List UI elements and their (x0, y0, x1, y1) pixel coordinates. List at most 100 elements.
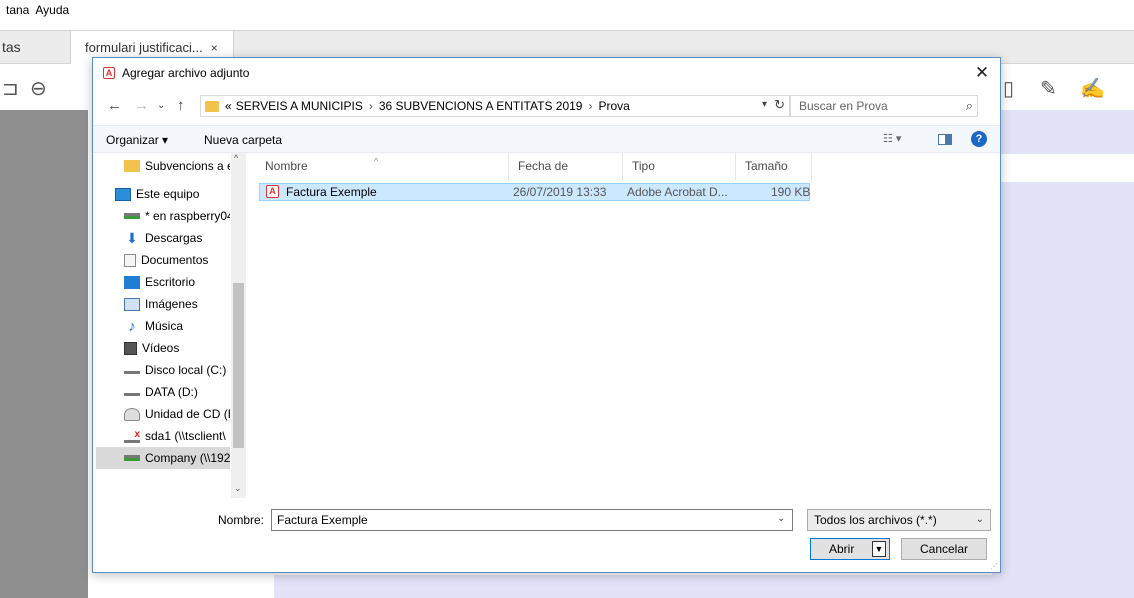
help-icon[interactable]: ? (971, 131, 987, 147)
forward-arrow-icon[interactable]: → (134, 97, 149, 114)
nav-item-label: Disco local (C:) (145, 363, 227, 377)
column-header-label: Nombre (265, 159, 308, 173)
nav-item-sda1[interactable]: x sda1 (\\tsclient\ (96, 425, 230, 447)
tab-close-icon[interactable]: × (211, 41, 218, 55)
breadcrumb-separator-icon: › (368, 99, 373, 113)
menu-ventana[interactable]: tana (6, 3, 29, 17)
back-arrow-icon[interactable]: ← (107, 97, 122, 114)
zoom-out-icon[interactable]: ⊖ (30, 76, 47, 101)
cancel-button[interactable]: Cancelar (901, 538, 987, 560)
column-header-date[interactable]: Fecha de modifica... (509, 153, 623, 200)
column-header-type[interactable]: Tipo (623, 153, 736, 180)
dialog-title: Agregar archivo adjunto (122, 66, 250, 80)
dialog-titlebar[interactable]: A Agregar archivo adjunto ✕ (93, 58, 1000, 88)
breadcrumb-overflow[interactable]: « (225, 99, 232, 113)
nav-scrollbar[interactable]: ^ ⌄ (231, 153, 246, 498)
nav-item-subvencions[interactable]: Subvencions a e (96, 155, 230, 177)
address-dropdown-icon[interactable]: ▾ (762, 99, 767, 110)
document-area-lower (992, 182, 1134, 598)
preview-pane-icon[interactable] (938, 134, 952, 145)
cd-icon (124, 407, 140, 421)
document-area-bottom (274, 575, 1134, 598)
nav-item-label: Escritorio (145, 275, 196, 289)
search-input[interactable]: Buscar en Prova ⌕ (790, 95, 978, 117)
scroll-thumb[interactable] (233, 283, 244, 448)
file-name: Factura Exemple (286, 185, 377, 199)
attach-file-dialog: A Agregar archivo adjunto ✕ ← → ⌄ ↑ « SE… (92, 57, 1001, 573)
nav-item-imagenes[interactable]: Imágenes (96, 293, 230, 315)
address-bar[interactable]: « SERVEIS A MUNICIPIS › 36 SUBVENCIONS A… (200, 95, 790, 117)
navigation-pane: Subvencions a e Este equipo * en raspber… (96, 153, 246, 498)
disk-icon (124, 366, 140, 374)
menu-ayuda[interactable]: Ayuda (35, 3, 69, 17)
column-header-size[interactable]: Tamaño (736, 153, 812, 180)
open-split-arrow-icon[interactable]: ▼ (872, 541, 886, 557)
network-drive-icon (124, 455, 140, 461)
open-button[interactable]: Abrir ▼ (810, 538, 890, 560)
nav-item-cd[interactable]: Unidad de CD (E (96, 403, 230, 425)
file-type: Adobe Acrobat D... (627, 185, 728, 199)
nav-item-label: Documentos (141, 253, 209, 267)
breadcrumb-serveis[interactable]: SERVEIS A MUNICIPIS (236, 99, 363, 113)
nav-item-label: Música (145, 319, 184, 333)
command-bar: Organizar ▾ Nueva carpeta ☷ ▾ ? (93, 125, 1000, 153)
folder-icon (124, 160, 140, 172)
new-folder-button[interactable]: Nueva carpeta (204, 133, 282, 147)
nav-item-label: Este equipo (136, 187, 200, 201)
nav-item-documentos[interactable]: Documentos (96, 249, 230, 271)
side-panel (0, 110, 88, 598)
breadcrumb-separator-icon: › (588, 99, 593, 113)
nav-item-label: Subvencions a e (145, 159, 230, 173)
nav-item-label: * en raspberry04 (145, 209, 230, 223)
music-icon: ♪ (128, 317, 136, 335)
nav-item-escritorio[interactable]: Escritorio (96, 271, 230, 293)
pen-icon[interactable]: ✎ (1040, 76, 1057, 101)
nav-item-data[interactable]: DATA (D:) (96, 381, 230, 403)
breadcrumb-subvencions[interactable]: 36 SUBVENCIONS A ENTITATS 2019 (379, 99, 583, 113)
scroll-down-icon[interactable]: ⌄ (234, 483, 242, 494)
comment-icon[interactable]: ▯ (1003, 76, 1014, 101)
filename-input[interactable]: Factura Exemple (271, 509, 793, 531)
documents-icon (124, 253, 136, 267)
view-options-icon[interactable]: ☷ ▾ (883, 132, 901, 145)
close-button[interactable]: ✕ (970, 62, 994, 84)
file-list: ^ Nombre Fecha de modifica... Tipo Tamañ… (256, 153, 996, 498)
network-drive-icon (124, 213, 140, 219)
tab-herramientas[interactable]: tas (0, 31, 70, 63)
column-header-name[interactable]: ^ Nombre (256, 153, 509, 180)
nav-item-company[interactable]: Company (\\192 (96, 447, 230, 469)
nav-item-disco-local[interactable]: Disco local (C:) (96, 359, 230, 381)
page-icon[interactable]: ⊐ (2, 76, 19, 101)
nav-item-musica[interactable]: ♪ Música (96, 315, 230, 337)
organize-button[interactable]: Organizar ▾ (106, 133, 168, 147)
recent-chevron-icon[interactable]: ⌄ (157, 100, 165, 111)
open-button-label: Abrir (829, 542, 855, 556)
up-arrow-icon[interactable]: ↑ (177, 97, 185, 114)
refresh-icon[interactable]: ↻ (774, 97, 785, 113)
nav-item-raspberry[interactable]: * en raspberry04 (96, 205, 230, 227)
file-size: 190 KB (771, 185, 811, 199)
resize-grip-icon[interactable]: ⋰ (990, 562, 998, 571)
search-icon[interactable]: ⌕ (966, 96, 973, 116)
file-date: 26/07/2019 13:33 (513, 185, 607, 199)
file-row[interactable]: A Factura Exemple 26/07/2019 13:33 Adobe… (259, 183, 810, 201)
nav-item-label: Descargas (145, 231, 203, 245)
pictures-icon (124, 297, 140, 311)
nav-item-label: Unidad de CD (E (145, 407, 230, 421)
nav-item-este-equipo[interactable]: Este equipo (96, 183, 230, 205)
scroll-up-icon[interactable]: ^ (234, 153, 238, 163)
search-placeholder: Buscar en Prova (799, 99, 888, 113)
breadcrumb-prova[interactable]: Prova (598, 99, 629, 113)
sign-icon[interactable]: ✍ (1080, 76, 1105, 101)
download-icon: ⬇ (126, 229, 138, 246)
folder-icon (205, 100, 219, 112)
sort-caret-icon: ^ (374, 156, 379, 166)
disconnected-drive-icon: x (124, 429, 140, 443)
pdf-icon: A (103, 67, 115, 79)
filename-dropdown-icon[interactable]: ⌄ (777, 513, 785, 524)
nav-item-descargas[interactable]: ⬇ Descargas (96, 227, 230, 249)
filename-label: Nombre: (218, 513, 265, 527)
disk-icon (124, 388, 140, 396)
nav-item-videos[interactable]: Vídeos (96, 337, 230, 359)
file-type-filter[interactable]: Todos los archivos (*.*) ⌄ (807, 509, 991, 531)
